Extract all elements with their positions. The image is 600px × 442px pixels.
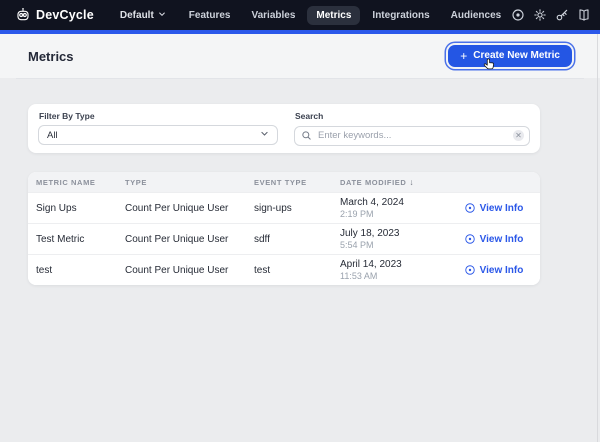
top-navbar: DevCycle Default Features Variables Metr… <box>0 0 600 30</box>
eye-icon <box>464 202 476 214</box>
eye-icon <box>464 264 476 276</box>
column-header-type[interactable]: Type <box>125 178 254 187</box>
search-field: Search ✕ <box>294 111 530 145</box>
column-header-date-modified[interactable]: Date Modified ↓ <box>340 177 455 187</box>
cell-type: Count Per Unique User <box>125 265 254 276</box>
main-content: Filter By Type All Search ✕ <box>0 79 600 285</box>
cell-metric-name: test <box>36 265 125 276</box>
clear-search-icon[interactable]: ✕ <box>513 130 524 141</box>
cell-event-type: test <box>254 265 340 276</box>
project-selector[interactable]: Default <box>120 10 166 21</box>
plus-icon: + <box>460 51 467 61</box>
view-info-link[interactable]: View Info <box>464 264 524 276</box>
nav-item-metrics[interactable]: Metrics <box>307 6 360 25</box>
column-header-event-type[interactable]: Event Type <box>254 178 340 187</box>
sort-desc-icon: ↓ <box>409 177 414 187</box>
toggle-status-icon[interactable] <box>510 7 526 23</box>
nav-item-variables[interactable]: Variables <box>242 6 304 25</box>
cell-date-modified: July 18, 2023 5:54 PM <box>340 228 455 250</box>
search-input[interactable] <box>294 126 530 146</box>
table-row[interactable]: test Count Per Unique User test April 14… <box>28 254 540 285</box>
table-row[interactable]: Test Metric Count Per Unique User sdff J… <box>28 223 540 254</box>
app-window: DevCycle Default Features Variables Metr… <box>0 0 600 442</box>
eye-icon <box>464 233 476 245</box>
search-label: Search <box>295 111 530 121</box>
settings-gear-icon[interactable] <box>532 7 548 23</box>
cell-type: Count Per Unique User <box>125 234 254 245</box>
column-header-metric-name[interactable]: Metric Name <box>36 178 125 187</box>
project-selector-label: Default <box>120 10 154 21</box>
filter-type-value: All <box>47 130 58 141</box>
page-title: Metrics <box>28 49 74 64</box>
primary-navigation: Features Variables Metrics Integrations … <box>180 6 510 25</box>
brand-name: DevCycle <box>36 8 94 22</box>
cell-date-modified: March 4, 2024 2:19 PM <box>340 197 455 219</box>
view-info-link[interactable]: View Info <box>464 202 524 214</box>
cell-date-modified: April 14, 2023 11:53 AM <box>340 259 455 281</box>
page-header: Metrics + Create New Metric <box>0 34 600 78</box>
api-key-icon[interactable] <box>554 7 570 23</box>
create-new-metric-button[interactable]: + Create New Metric <box>448 45 572 67</box>
brand-logo[interactable]: DevCycle <box>15 7 94 23</box>
view-info-link[interactable]: View Info <box>464 233 524 245</box>
filter-card: Filter By Type All Search ✕ <box>28 104 540 153</box>
search-icon <box>301 130 312 141</box>
nav-item-features[interactable]: Features <box>180 6 240 25</box>
cell-event-type: sign-ups <box>254 203 340 214</box>
cell-event-type: sdff <box>254 234 340 245</box>
filter-by-type-field: Filter By Type All <box>38 111 278 145</box>
filter-type-select[interactable]: All <box>38 125 278 145</box>
table-header-row: Metric Name Type Event Type Date Modifie… <box>28 172 540 192</box>
chevron-down-icon <box>260 129 269 141</box>
metrics-table: Metric Name Type Event Type Date Modifie… <box>28 172 540 285</box>
window-edge-divider <box>597 34 598 442</box>
create-button-label: Create New Metric <box>473 50 560 61</box>
chevron-down-icon <box>158 10 166 21</box>
devcycle-robot-icon <box>15 7 31 23</box>
nav-item-integrations[interactable]: Integrations <box>363 6 438 25</box>
documentation-book-icon[interactable] <box>576 7 592 23</box>
cell-metric-name: Sign Ups <box>36 203 125 214</box>
filter-by-type-label: Filter By Type <box>39 111 278 121</box>
table-row[interactable]: Sign Ups Count Per Unique User sign-ups … <box>28 192 540 223</box>
cell-type: Count Per Unique User <box>125 203 254 214</box>
navbar-actions <box>510 6 600 24</box>
cell-metric-name: Test Metric <box>36 234 125 245</box>
nav-item-audiences[interactable]: Audiences <box>442 6 511 25</box>
